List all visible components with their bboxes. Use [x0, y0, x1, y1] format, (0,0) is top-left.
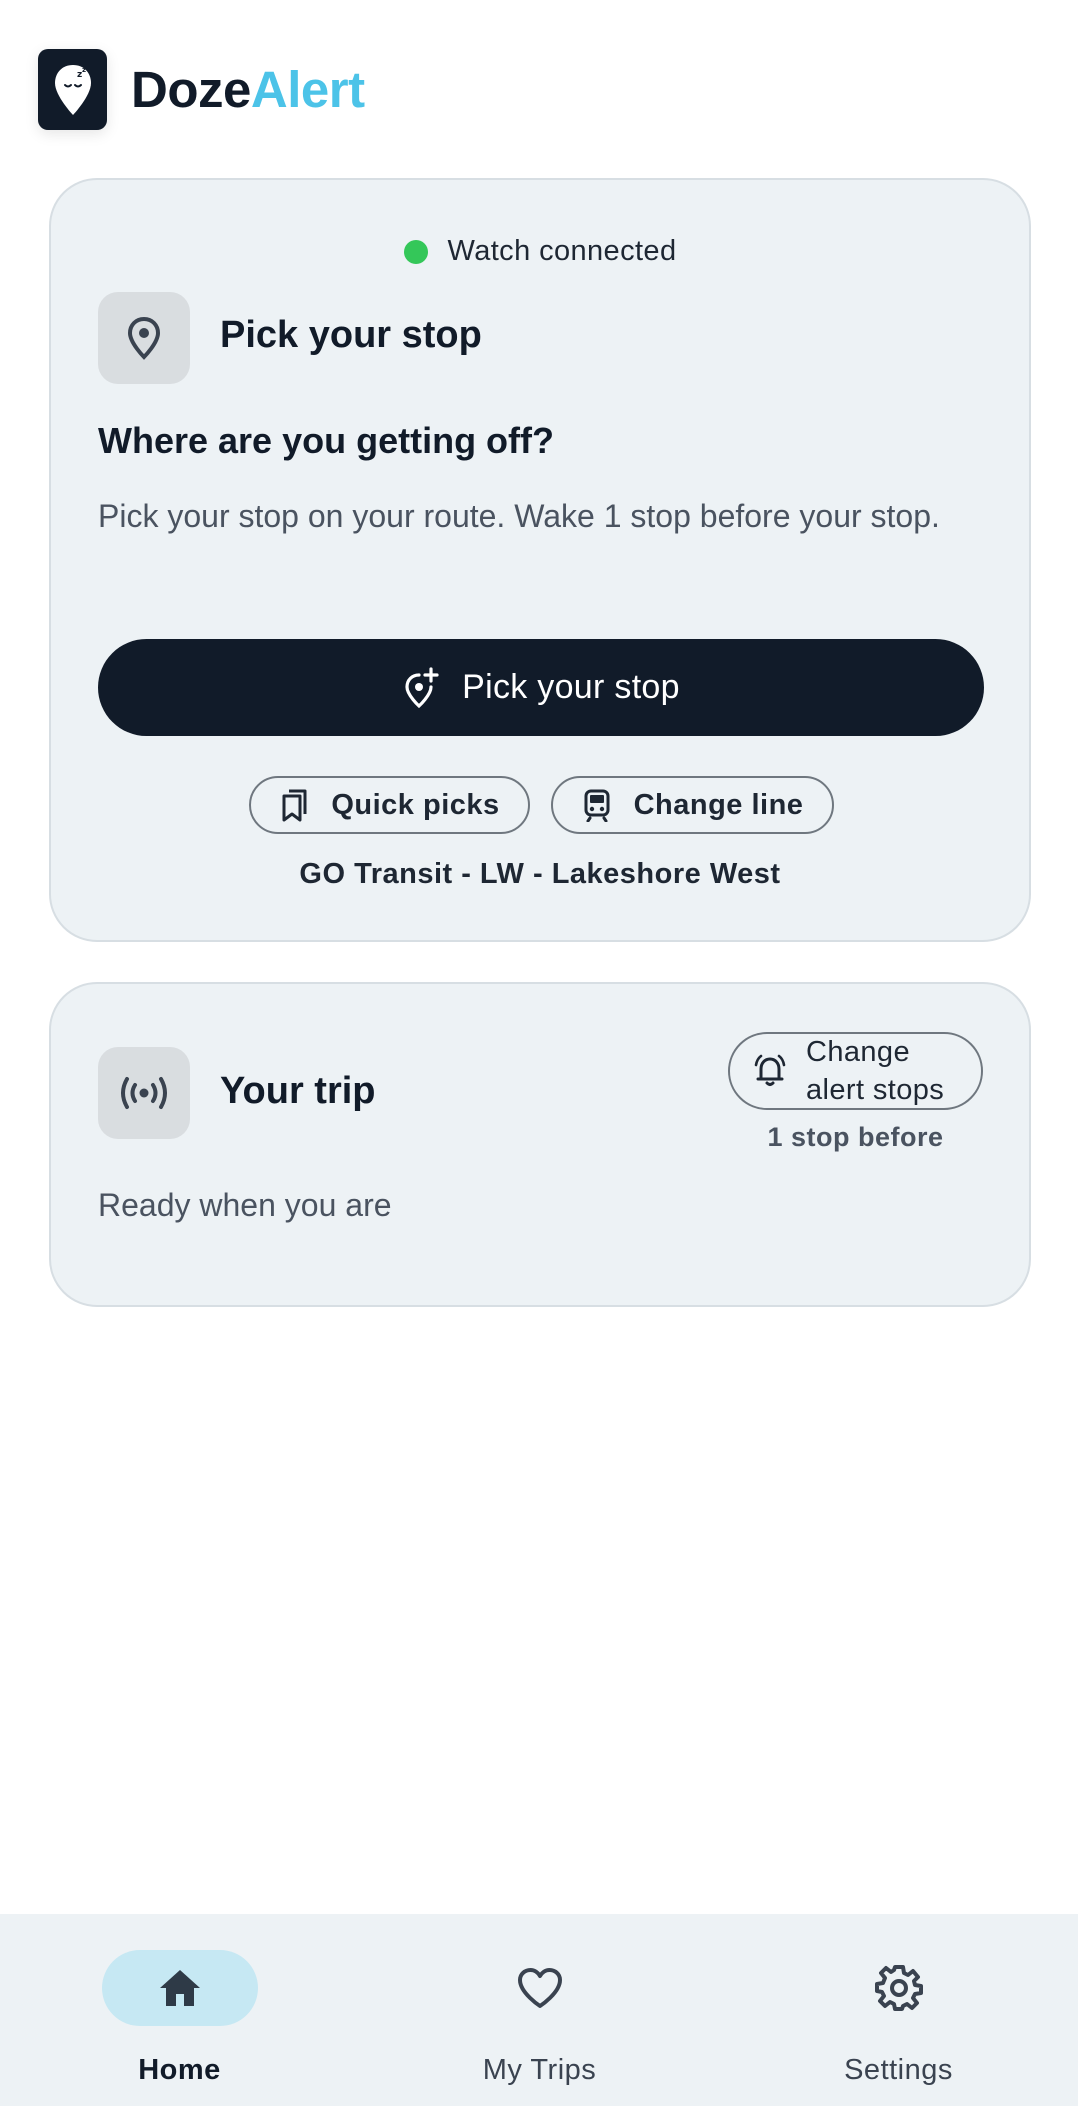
location-tile	[98, 292, 190, 384]
change-line-button[interactable]: Change line	[551, 776, 834, 834]
app-brand: DozeAlert	[131, 64, 365, 115]
broadcast-icon	[121, 1077, 167, 1109]
add-location-icon	[402, 666, 440, 709]
nav-home-label: Home	[138, 2054, 221, 2086]
app-logo: z z	[38, 49, 107, 130]
nav-my-trips-label: My Trips	[482, 2054, 597, 2086]
sleeping-pin-icon: z z	[54, 64, 91, 115]
trip-status: Ready when you are	[98, 1187, 392, 1223]
pick-stop-button-label: Pick your stop	[462, 668, 680, 706]
alert-offset-label: 1 stop before	[767, 1122, 944, 1152]
selected-line-label: GO Transit - LW - Lakeshore West	[299, 858, 781, 890]
nav-settings-indicator	[821, 1950, 977, 2026]
train-icon	[582, 788, 612, 822]
change-alert-stops-button[interactable]: Change alert stops	[728, 1032, 983, 1110]
pick-stop-title: Pick your stop	[220, 314, 482, 356]
quick-picks-label: Quick picks	[331, 788, 500, 821]
watch-status-text: Watch connected	[447, 235, 677, 267]
pick-stop-card: Watch connected Pick your stop Where are…	[49, 178, 1031, 942]
bottom-nav: Home My Trips Settings	[0, 1914, 1078, 2106]
brand-part2: Alert	[250, 61, 365, 118]
nav-home[interactable]: Home	[0, 1914, 359, 2106]
your-trip-card: Your trip Change alert stops 1 stop befo…	[49, 982, 1031, 1307]
nav-settings[interactable]: Settings	[719, 1914, 1078, 2106]
change-line-label: Change line	[633, 788, 804, 821]
your-trip-title: Your trip	[220, 1070, 376, 1112]
broadcast-tile	[98, 1047, 190, 1139]
nav-my-trips[interactable]: My Trips	[360, 1914, 719, 2106]
svg-text:z: z	[82, 66, 86, 74]
change-alert-stops-label: Change alert stops	[806, 1036, 945, 1106]
status-dot	[403, 239, 428, 264]
location-pin-icon	[127, 316, 161, 360]
app-header: z z DozeAlert	[38, 49, 365, 130]
nav-settings-label: Settings	[844, 2054, 953, 2086]
question-heading: Where are you getting off?	[98, 420, 555, 461]
app-root: z z DozeAlert Watch connected Pick your …	[0, 0, 1078, 2106]
brand-part1: Doze	[131, 61, 251, 118]
bell-icon	[752, 1053, 788, 1089]
quick-picks-button[interactable]: Quick picks	[249, 776, 530, 834]
nav-my-trips-indicator	[462, 1950, 618, 2026]
pick-stop-button[interactable]: Pick your stop	[98, 639, 984, 736]
pick-stop-description: Pick your stop on your route. Wake 1 sto…	[98, 498, 940, 534]
bookmarks-icon	[279, 788, 309, 822]
gear-icon	[874, 1965, 923, 2011]
nav-home-indicator	[101, 1950, 258, 2026]
watch-status: Watch connected	[51, 235, 1029, 268]
home-icon	[159, 1970, 200, 2006]
heart-icon	[517, 1968, 562, 2008]
